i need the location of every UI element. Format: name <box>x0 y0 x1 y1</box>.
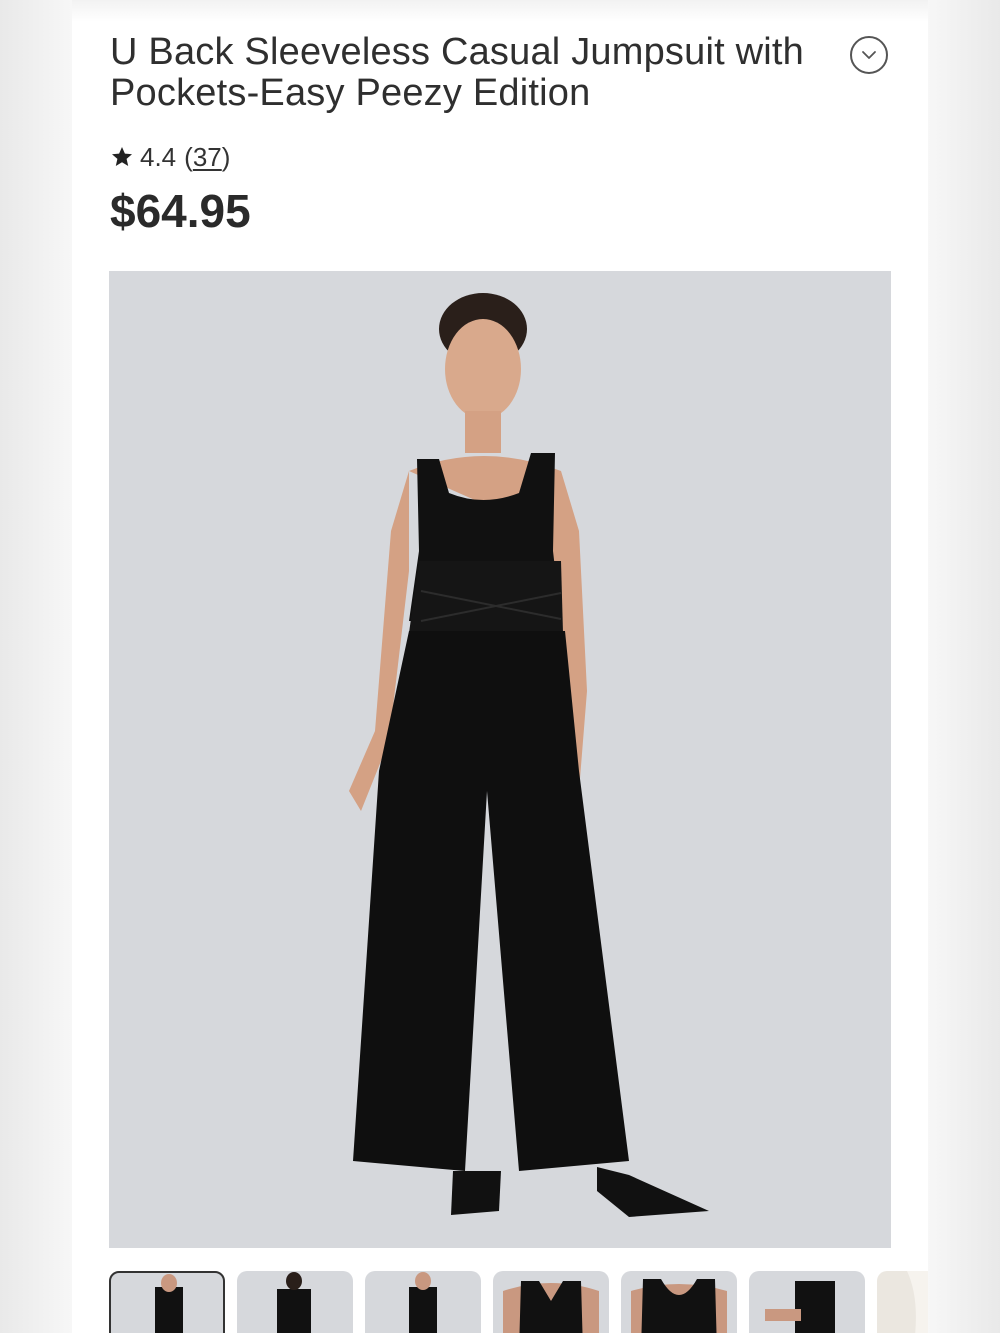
page-background-right <box>928 0 1000 1333</box>
collapse-button[interactable] <box>850 36 888 74</box>
thumbnail-image <box>503 1281 599 1333</box>
thumbnail-image <box>277 1272 311 1333</box>
top-shadow <box>72 0 928 22</box>
rating-value: 4.4 <box>140 141 177 172</box>
rating-summary: 4.4 (37) <box>110 140 230 174</box>
product-title: U Back Sleeveless Casual Jumpsuit with P… <box>110 31 804 114</box>
thumbnail-image <box>765 1281 835 1333</box>
thumbnail-5[interactable] <box>621 1271 737 1333</box>
thumbnail-7[interactable] <box>877 1271 928 1333</box>
thumbnail-4[interactable] <box>493 1271 609 1333</box>
thumbnail-image <box>155 1274 183 1333</box>
review-count-link[interactable]: (37) <box>184 142 230 173</box>
product-price: $64.95 <box>110 185 251 237</box>
thumbnail-2[interactable] <box>237 1271 353 1333</box>
thumbnail-3[interactable] <box>365 1271 481 1333</box>
product-card: U Back Sleeveless Casual Jumpsuit with P… <box>72 0 928 1333</box>
thumbnail-image <box>907 1271 928 1333</box>
thumbnail-6[interactable] <box>749 1271 865 1333</box>
thumbnail-image <box>631 1279 727 1333</box>
model-jumpsuit-image <box>349 293 709 1217</box>
review-count[interactable]: 37 <box>193 142 222 172</box>
product-main-image[interactable] <box>109 271 891 1248</box>
thumbnail-1[interactable] <box>109 1271 225 1333</box>
chevron-down-icon <box>862 51 876 59</box>
page-background-left <box>0 0 72 1333</box>
star-icon <box>112 147 132 166</box>
thumbnail-image <box>409 1272 437 1333</box>
thumbnail-strip <box>109 1271 928 1333</box>
